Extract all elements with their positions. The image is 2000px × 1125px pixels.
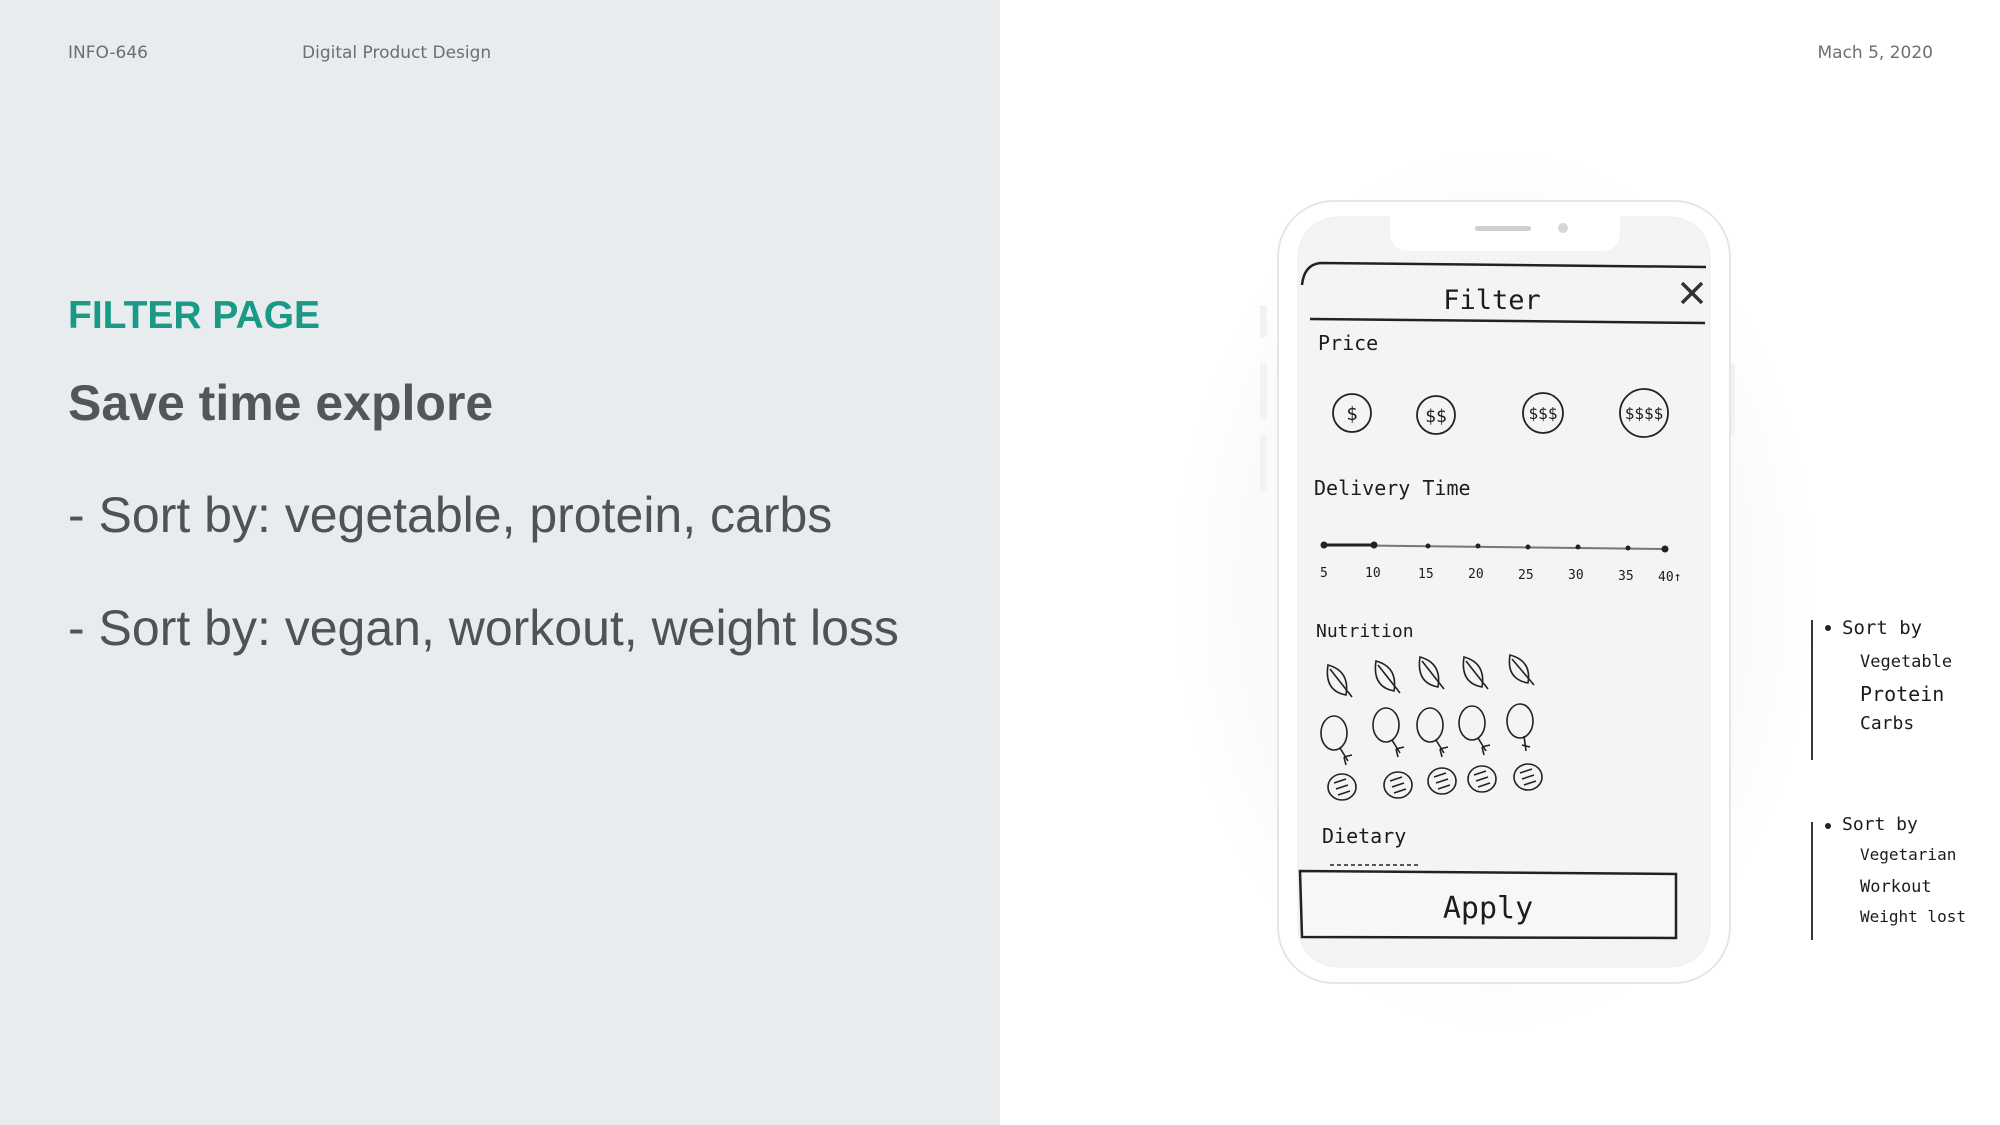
phone-camera	[1558, 223, 1568, 233]
note-text: Vegetarian	[1860, 845, 1956, 864]
delivery-tick: 40↑	[1658, 570, 1681, 585]
note-text: Vegetable	[1860, 652, 1952, 672]
apply-label: Apply	[1443, 891, 1533, 926]
delivery-label: Delivery Time	[1314, 476, 1471, 500]
delivery-tick: 25	[1518, 568, 1534, 583]
delivery-tick: 30	[1568, 568, 1584, 583]
dietary-label: Dietary	[1322, 824, 1406, 848]
left-panel	[0, 0, 1000, 1125]
note-text: Weight lost	[1860, 907, 1966, 926]
svg-text:$$: $$	[1425, 406, 1447, 427]
note-text: Sort by	[1842, 617, 1922, 639]
section-label: FILTER PAGE	[68, 294, 321, 337]
slide-headline: Save time explore	[68, 375, 494, 431]
course-name: Digital Product Design	[302, 43, 492, 63]
phone-side-button	[1260, 363, 1267, 419]
svg-text:$$$$: $$$$	[1625, 404, 1664, 423]
phone-side-button	[1260, 305, 1267, 337]
note-group: Sort by Vegetable Protein Carbs	[1811, 617, 1952, 760]
nutrition-label: Nutrition	[1316, 621, 1414, 642]
delivery-tick: 35	[1618, 569, 1634, 584]
course-code: INFO-646	[68, 43, 148, 63]
delivery-tick: 20	[1468, 567, 1484, 582]
phone-notch	[1390, 215, 1620, 251]
slide-date: Mach 5, 2020	[1817, 43, 1934, 63]
bullet-item: - Sort by: vegetable, protein, carbs	[68, 487, 833, 543]
note-text: Workout	[1860, 877, 1932, 897]
bullet-item: - Sort by: vegan, workout, weight loss	[68, 600, 899, 656]
apply-button[interactable]: Apply	[1298, 869, 1678, 940]
note-text: Sort by	[1842, 814, 1918, 835]
note-group: Sort by Vegetarian Workout Weight lost	[1811, 814, 1966, 940]
note-text: Protein	[1860, 682, 1944, 706]
phone-screen	[1297, 216, 1711, 968]
svg-text:$: $	[1346, 403, 1357, 425]
sketch-title: Filter	[1443, 285, 1541, 316]
delivery-tick: 5	[1320, 566, 1328, 581]
margin-notes: Sort by Vegetable Protein Carbs Sort by …	[1811, 617, 1966, 940]
price-label: Price	[1318, 331, 1378, 355]
phone-side-button	[1260, 435, 1267, 491]
delivery-tick: 15	[1418, 567, 1434, 582]
note-text: Carbs	[1860, 713, 1914, 734]
phone-mockup: Filter Price $ $$ $$$ $$$$ Delivery Time…	[1260, 200, 1735, 984]
svg-text:$$$: $$$	[1529, 404, 1558, 423]
delivery-tick: 10	[1365, 566, 1381, 581]
phone-speaker	[1475, 226, 1531, 231]
